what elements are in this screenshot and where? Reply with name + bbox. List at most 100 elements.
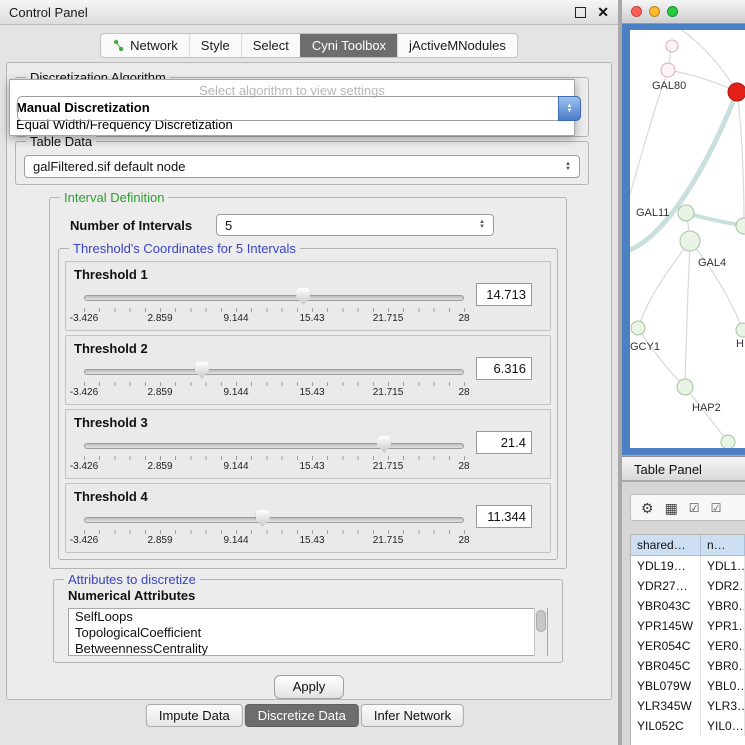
table-cell[interactable]: YPR145W [631,616,701,636]
select-column-icon[interactable]: ☑ [711,502,722,514]
table-cell[interactable]: YBL079W [631,676,701,696]
zoom-traffic-light[interactable] [667,6,678,17]
table-cell[interactable]: YIL052C [631,716,701,736]
network-node[interactable] [680,231,700,251]
node-label: H [736,338,744,350]
tick-labels: -3.4262.8599.14415.4321.71528 [84,387,464,399]
column-header-shared-name[interactable]: shared… [631,535,701,556]
threshold-value-field[interactable]: 11.344 [476,505,532,528]
tab-style[interactable]: Style [189,34,241,57]
scrollbar-thumb[interactable] [536,610,546,632]
slider-thumb[interactable] [377,436,391,453]
list-item[interactable]: SelfLoops [69,609,547,625]
close-icon[interactable]: ✕ [597,5,609,19]
apply-button[interactable]: Apply [274,675,344,699]
network-window-titlebar[interactable] [622,0,745,24]
threshold-value-field[interactable]: 14.713 [476,283,532,306]
slider-track[interactable] [84,295,464,301]
columns-icon[interactable]: ▦ [665,501,678,515]
close-traffic-light[interactable] [631,6,642,17]
network-node[interactable] [666,40,678,52]
table-cell[interactable]: YLR345W [631,696,701,716]
tab-impute-data[interactable]: Impute Data [146,704,243,727]
table-cell[interactable]: YPR1… [701,616,745,636]
network-node[interactable] [736,218,745,234]
tab-discretize-data[interactable]: Discretize Data [245,704,359,727]
tick-label: 21.715 [373,461,404,472]
network-edge[interactable] [685,241,690,387]
network-node[interactable] [661,63,675,77]
numerical-attributes-list[interactable]: SelfLoopsTopologicalCoefficientBetweenne… [68,608,548,656]
table-cell[interactable]: YDL19… [631,556,701,576]
combobox-stepper[interactable]: ▲ ▼ [479,220,485,230]
table-data-combobox[interactable]: galFiltered.sif default node ▲ ▼ [24,155,580,178]
network-edge[interactable] [737,92,744,226]
table-cell[interactable]: YDR27… [631,576,701,596]
network-edge[interactable] [686,213,744,226]
table-cell[interactable]: YDR2… [701,576,745,596]
threshold-slider-4[interactable] [84,510,464,528]
tab-network[interactable]: Network [101,34,189,57]
network-canvas[interactable]: GAL80GAL11GAL4GCY1HHAP2 [630,30,745,448]
table-row[interactable]: YLR345WYLR3… [631,696,745,716]
table-cell[interactable]: YBR045C [631,656,701,676]
network-node[interactable] [631,321,645,335]
network-edge[interactable] [630,92,737,252]
slider-thumb[interactable] [195,362,209,379]
list-item[interactable]: TopologicalCoefficient [69,625,547,641]
table-row[interactable]: YBR043CYBR0… [631,596,745,616]
select-all-icon[interactable]: ☑ [689,502,700,514]
network-node[interactable] [728,83,745,101]
network-node[interactable] [736,323,745,337]
tab-cyni-toolbox[interactable]: Cyni Toolbox [300,34,397,57]
table-row[interactable]: YIL052CYIL0… [631,716,745,736]
table-row[interactable]: YDR27…YDR2… [631,576,745,596]
table-cell[interactable]: YIL0… [701,716,745,736]
threshold-value-field[interactable]: 6.316 [476,357,532,380]
float-window-icon[interactable] [575,7,586,18]
slider-thumb[interactable] [296,288,310,305]
table-row[interactable]: YPR145WYPR1… [631,616,745,636]
table-cell[interactable]: YBR0… [701,596,745,616]
slider-thumb[interactable] [256,510,270,527]
scrollbar[interactable] [534,608,547,656]
threshold-slider-1[interactable] [84,288,464,306]
table-cell[interactable]: YDL1… [701,556,745,576]
threshold-slider-3[interactable] [84,436,464,454]
slider-track[interactable] [84,443,464,449]
table-row[interactable]: YER054CYER0… [631,636,745,656]
network-node[interactable] [721,435,735,448]
network-node[interactable] [677,379,693,395]
table-row[interactable]: YBR045CYBR0… [631,656,745,676]
table-cell[interactable]: YER054C [631,636,701,656]
threshold-slider-2[interactable] [84,362,464,380]
network-edge[interactable] [690,241,743,330]
network-node[interactable] [678,205,694,221]
gear-icon[interactable]: ⚙ [641,501,654,515]
number-of-intervals-combobox[interactable]: 5 ▲ ▼ [216,214,494,236]
tab-infer-network[interactable]: Infer Network [361,704,464,727]
network-edge[interactable] [638,328,685,387]
table-row[interactable]: YBL079WYBL0… [631,676,745,696]
network-edge[interactable] [685,387,728,442]
threshold-label: Threshold 3 [74,415,148,430]
combobox-stepper[interactable]: ▲ ▼ [558,96,581,121]
table-cell[interactable]: YBR0… [701,656,745,676]
table-cell[interactable]: YBL0… [701,676,745,696]
list-item[interactable]: BetweennessCentrality [69,641,547,656]
minimize-traffic-light[interactable] [649,6,660,17]
threshold-value-field[interactable]: 21.4 [476,431,532,454]
slider-track[interactable] [84,369,464,375]
combobox-stepper[interactable]: ▲ ▼ [565,162,571,172]
table-row[interactable]: YDL19…YDL1… [631,556,745,576]
table-cell[interactable]: YBR043C [631,596,701,616]
slider-track[interactable] [84,517,464,523]
tab-select[interactable]: Select [241,34,300,57]
table-cell[interactable]: YLR3… [701,696,745,716]
network-edge[interactable] [638,241,690,328]
table-panel-header[interactable]: Table Panel [622,456,745,481]
column-header-name[interactable]: n… [701,535,745,556]
tab-jactivemnodules[interactable]: jActiveMNodules [397,34,517,57]
table-cell[interactable]: YER0… [701,636,745,656]
algorithm-combobox[interactable]: ▲ ▼ [17,96,581,121]
